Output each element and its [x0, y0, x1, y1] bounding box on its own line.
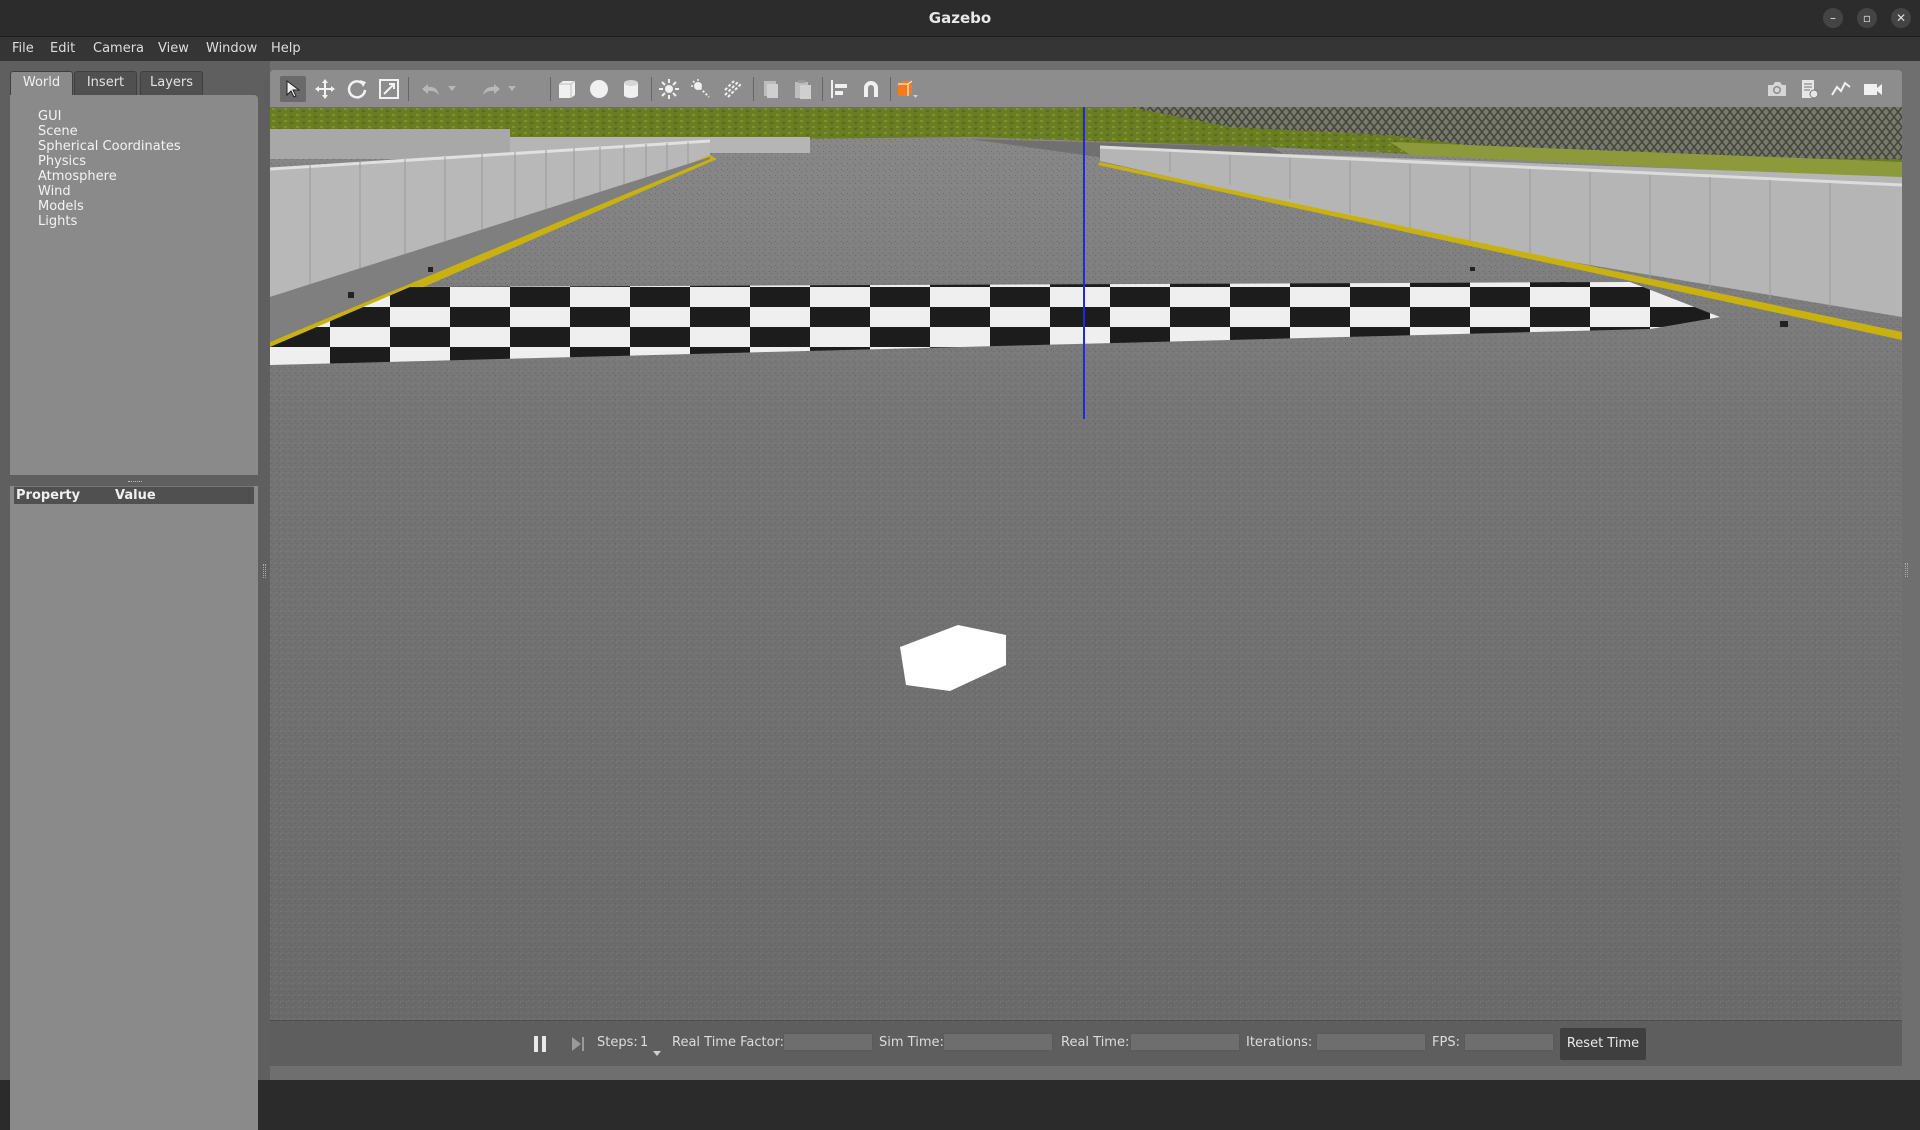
spot-light-icon[interactable]: [688, 76, 714, 102]
step-icon[interactable]: [570, 1034, 586, 1058]
main-area: Steps: 1 Real Time Factor: Sim Time: Rea…: [270, 70, 1908, 1070]
panel-splitter-handle[interactable]: [128, 481, 142, 484]
scene-viewport[interactable]: [270, 107, 1902, 1020]
pause-icon[interactable]: [532, 1034, 548, 1058]
menu-view[interactable]: View: [158, 37, 189, 61]
cylinder-icon[interactable]: [618, 76, 644, 102]
real-time-field: [1130, 1033, 1240, 1051]
fps-field: [1464, 1033, 1554, 1051]
paste-icon[interactable]: [790, 76, 816, 102]
iterations-field: [1316, 1033, 1426, 1051]
point-light-icon[interactable]: [656, 76, 682, 102]
menu-camera[interactable]: Camera: [93, 37, 144, 61]
real-time-label: Real Time:: [1061, 1035, 1130, 1050]
redo-dropdown-icon[interactable]: [506, 76, 518, 102]
value-column-header: Value: [115, 488, 156, 503]
tree-item-scene[interactable]: Scene: [38, 124, 78, 139]
tree-item-gui[interactable]: GUI: [38, 109, 61, 124]
toolbar: [270, 70, 1902, 107]
tree-item-wind[interactable]: Wind: [38, 184, 71, 199]
window-title: Gazebo: [928, 9, 992, 27]
maximize-button[interactable]: ▫: [1857, 8, 1877, 28]
steps-value[interactable]: 1: [640, 1035, 648, 1050]
translate-icon[interactable]: [312, 76, 338, 102]
tab-layers[interactable]: Layers: [140, 71, 203, 95]
iterations-label: Iterations:: [1246, 1035, 1313, 1050]
close-button[interactable]: ✕: [1891, 8, 1911, 28]
box-icon[interactable]: [554, 76, 580, 102]
left-panel: World Insert Layers GUI Scene Spherical …: [0, 61, 270, 1130]
redo-icon[interactable]: [478, 76, 504, 102]
tree-item-physics[interactable]: Physics: [38, 154, 86, 169]
minimize-button[interactable]: –: [1823, 8, 1843, 28]
tree-item-atmosphere[interactable]: Atmosphere: [38, 169, 117, 184]
select-arrow-icon[interactable]: [280, 76, 306, 102]
sphere-icon[interactable]: [586, 76, 612, 102]
property-column-header: Property: [16, 488, 81, 503]
tree-item-models[interactable]: Models: [38, 199, 84, 214]
sim-time-field: [943, 1033, 1053, 1051]
time-panel: Steps: 1 Real Time Factor: Sim Time: Rea…: [270, 1020, 1902, 1066]
screenshot-camera-icon[interactable]: [1764, 76, 1790, 102]
gazebo-window: Gazebo – ▫ ✕ File Edit Camera View Windo…: [0, 0, 1920, 1130]
undo-dropdown-icon[interactable]: [446, 76, 458, 102]
real-time-factor-label: Real Time Factor:: [672, 1035, 785, 1050]
tree-item-lights[interactable]: Lights: [38, 214, 77, 229]
menu-help[interactable]: Help: [271, 37, 301, 61]
fps-label: FPS:: [1432, 1035, 1460, 1050]
property-panel: Property Value: [10, 486, 258, 1130]
log-icon[interactable]: [1796, 76, 1822, 102]
directional-light-icon[interactable]: [720, 76, 746, 102]
world-tree: GUI Scene Spherical Coordinates Physics …: [10, 95, 258, 475]
copy-icon[interactable]: [758, 76, 784, 102]
sim-time-label: Sim Time:: [879, 1035, 944, 1050]
title-bar: Gazebo – ▫ ✕: [0, 0, 1920, 37]
video-record-icon[interactable]: [1860, 76, 1886, 102]
tree-item-spherical-coordinates[interactable]: Spherical Coordinates: [38, 139, 181, 154]
view-angle-icon[interactable]: [894, 76, 920, 102]
menu-edit[interactable]: Edit: [50, 37, 75, 61]
menu-window[interactable]: Window: [206, 37, 257, 61]
scene-render: [270, 107, 1902, 1020]
property-header: Property Value: [14, 486, 254, 504]
align-icon[interactable]: [826, 76, 852, 102]
scale-icon[interactable]: [376, 76, 402, 102]
real-time-factor-field: [783, 1033, 873, 1051]
right-panel-resize-grip[interactable]: [1905, 563, 1908, 577]
menu-file[interactable]: File: [12, 37, 34, 61]
rotate-icon[interactable]: [344, 76, 370, 102]
plot-icon[interactable]: [1828, 76, 1854, 102]
menu-bar: File Edit Camera View Window Help: [0, 37, 1920, 61]
snap-magnet-icon[interactable]: [858, 76, 884, 102]
steps-label: Steps:: [597, 1035, 638, 1050]
reset-time-button[interactable]: Reset Time: [1560, 1028, 1646, 1060]
steps-dropdown-icon[interactable]: [653, 1042, 661, 1061]
left-panel-resize-grip[interactable]: [263, 564, 266, 578]
undo-icon[interactable]: [418, 76, 444, 102]
tab-insert[interactable]: Insert: [74, 71, 137, 95]
tab-world[interactable]: World: [10, 71, 73, 95]
